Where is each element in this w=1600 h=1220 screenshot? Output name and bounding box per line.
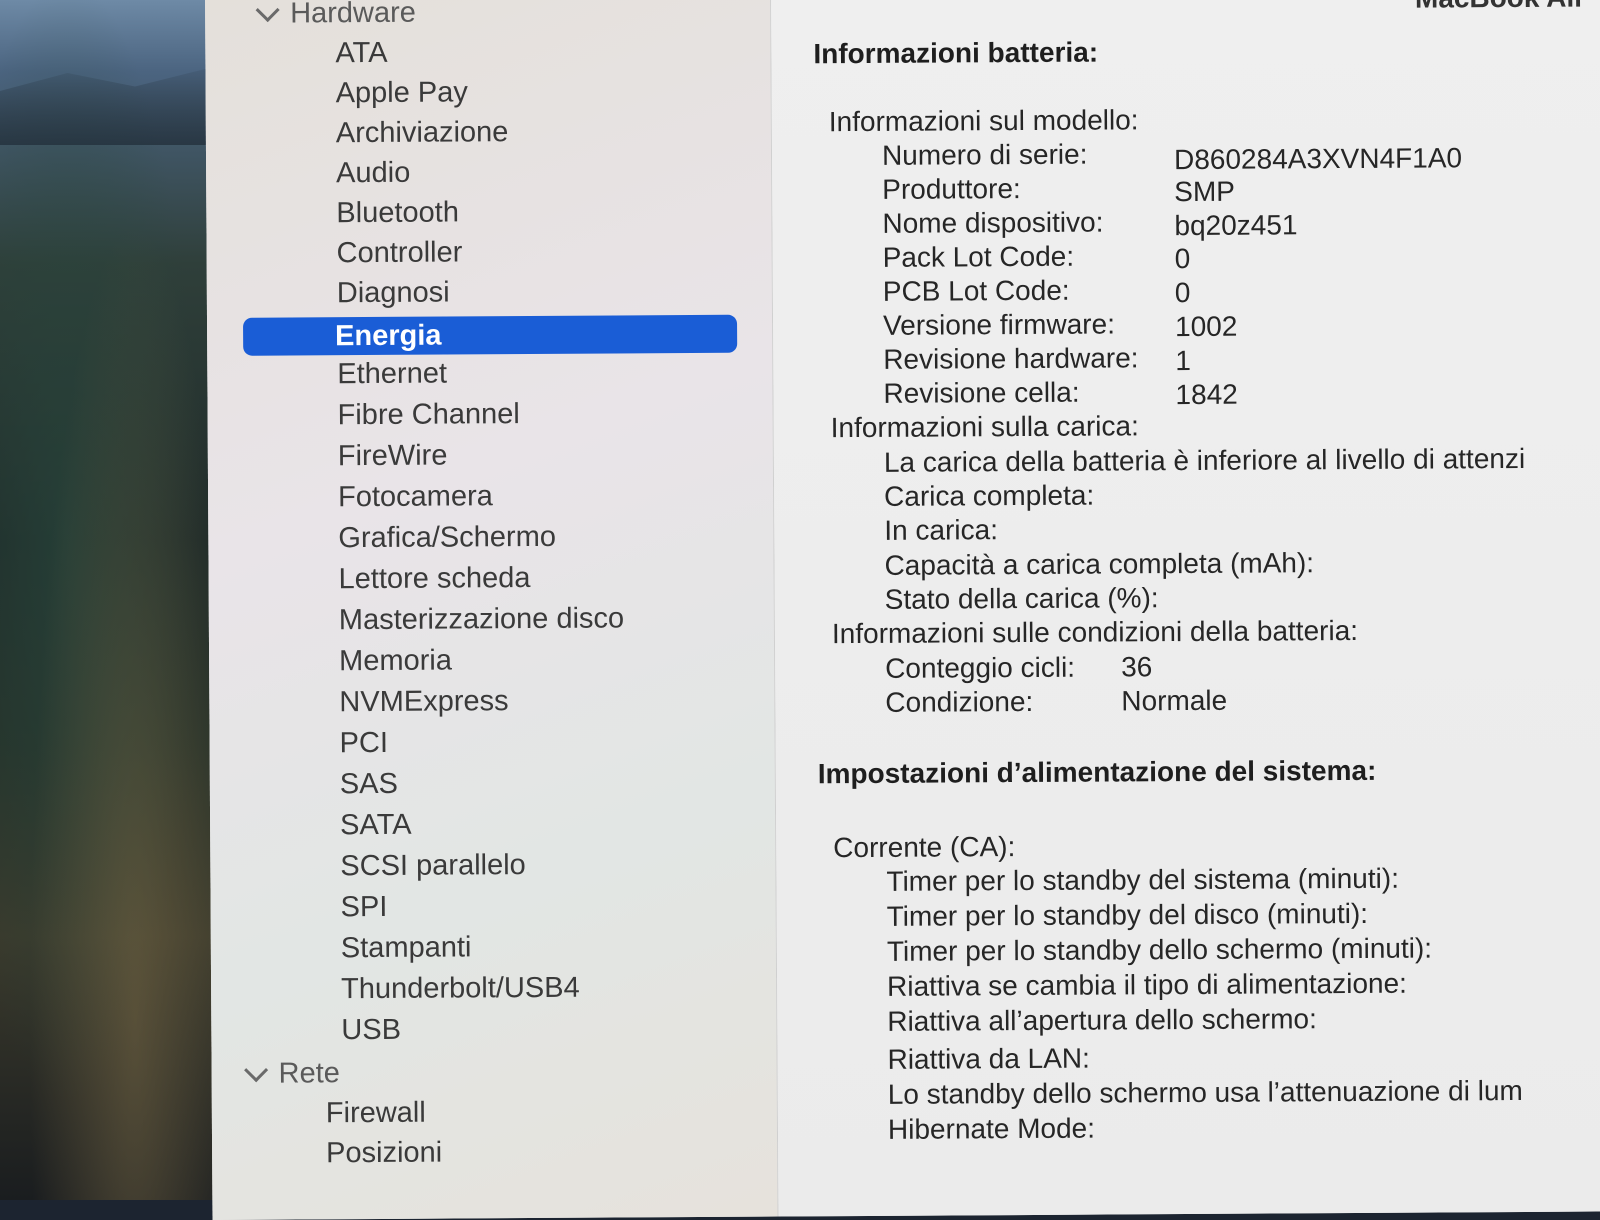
sidebar-item-stampanti[interactable]: Stampanti	[341, 931, 472, 965]
serial-value: D860284A3XVN4F1A0	[1173, 142, 1463, 176]
condition-label: Condizione:	[885, 685, 1034, 718]
serial-label: Numero di serie:	[881, 138, 1088, 171]
sidebar-item-fibre-channel[interactable]: Fibre Channel	[338, 398, 520, 432]
charge-info-group: Informazioni sulla carica:	[830, 410, 1139, 444]
sidebar-item-scsi-parallelo[interactable]: SCSI parallelo	[340, 849, 526, 883]
sidebar-item-firewall[interactable]: Firewall	[326, 1097, 426, 1131]
wake-power-change-label: Riattiva se cambia il tipo di alimentazi…	[887, 967, 1407, 1002]
mountain-ridge	[0, 64, 225, 145]
hardware-rev-label: Revisione hardware:	[883, 342, 1139, 375]
sidebar-item-masterizzazione-disco[interactable]: Masterizzazione disco	[339, 602, 624, 637]
sidebar-item-ata[interactable]: ATA	[335, 37, 387, 70]
charge-state-label: Stato della carica (%):	[884, 582, 1159, 615]
chevron-down-icon[interactable]	[244, 1058, 269, 1083]
pcb-lot-label: PCB Lot Code:	[882, 274, 1070, 307]
pcb-lot-value: 0	[1174, 276, 1191, 309]
window-title: MacBook Air	[1415, 0, 1585, 15]
category-label: Rete	[278, 1057, 340, 1090]
firmware-value: 1002	[1174, 310, 1238, 343]
sidebar-item-diagnosi[interactable]: Diagnosi	[337, 277, 450, 311]
condition-info-group: Informazioni sulle condizioni della batt…	[831, 614, 1359, 650]
full-charge-label: Carica completa:	[884, 479, 1095, 512]
wake-on-lan-label: Riattiva da LAN:	[887, 1042, 1090, 1075]
sidebar-item-usb[interactable]: USB	[341, 1014, 401, 1047]
maker-value: SMP	[1174, 175, 1236, 208]
sidebar-item-audio[interactable]: Audio	[336, 157, 410, 190]
sidebar-item-sas[interactable]: SAS	[340, 768, 398, 801]
sidebar-item-thunderbolt-usb4[interactable]: Thunderbolt/USB4	[341, 972, 580, 1006]
hibernate-mode-label: Hibernate Mode:	[887, 1112, 1096, 1145]
hardware-rev-value: 1	[1175, 344, 1191, 377]
sidebar-item-memoria[interactable]: Memoria	[339, 645, 452, 679]
pack-lot-value: 0	[1174, 242, 1191, 275]
cell-rev-label: Revisione cella:	[883, 376, 1080, 409]
sidebar-item-spi[interactable]: SPI	[341, 891, 388, 924]
cycle-count-value: 36	[1121, 651, 1153, 683]
sidebar: Hardware ATA Apple Pay Archiviazione Aud…	[205, 0, 779, 1220]
chevron-down-icon[interactable]	[255, 0, 280, 23]
sidebar-item-posizioni[interactable]: Posizioni	[326, 1137, 442, 1171]
full-capacity-label: Capacità a carica completa (mAh):	[884, 547, 1315, 581]
sidebar-item-grafica-schermo[interactable]: Grafica/Schermo	[338, 521, 556, 555]
battery-section-title: Informazioni batteria:	[813, 36, 1099, 70]
charge-warning: La carica della batteria è inferiore al …	[883, 442, 1526, 478]
sidebar-item-archiviazione[interactable]: Archiviazione	[336, 116, 509, 150]
device-name-value: bq20z451	[1174, 209, 1298, 242]
display-dim-label: Lo standby dello schermo usa l’attenuazi…	[887, 1074, 1523, 1110]
model-info-group: Informazioni sul modello:	[828, 104, 1139, 138]
cycle-count-label: Conteggio cicli:	[885, 651, 1076, 684]
sidebar-item-sata[interactable]: SATA	[340, 809, 412, 842]
category-label: Hardware	[290, 0, 416, 30]
sidebar-item-firewire[interactable]: FireWire	[338, 440, 448, 474]
device-name-label: Nome dispositivo:	[882, 206, 1104, 239]
disk-sleep-timer-label: Timer per lo standby del disco (minuti):	[886, 897, 1369, 932]
category-rete[interactable]: Rete	[244, 1057, 340, 1091]
detail-pane: MacBook Air Informazioni batteria: Infor…	[770, 0, 1600, 1217]
firmware-label: Versione firmware:	[882, 308, 1116, 341]
pack-lot-label: Pack Lot Code:	[882, 240, 1075, 273]
sidebar-item-apple-pay[interactable]: Apple Pay	[336, 76, 468, 110]
sidebar-item-lettore-scheda[interactable]: Lettore scheda	[339, 562, 531, 596]
sidebar-item-nvmexpress[interactable]: NVMExpress	[339, 685, 508, 719]
sidebar-item-ethernet[interactable]: Ethernet	[337, 358, 447, 392]
sidebar-item-controller[interactable]: Controller	[337, 236, 463, 270]
sidebar-item-pci[interactable]: PCI	[340, 727, 389, 760]
wake-lid-open-label: Riattiva all’apertura dello schermo:	[887, 1003, 1317, 1037]
ac-power-group: Corrente (CA):	[833, 831, 1016, 864]
sidebar-item-energia-selected[interactable]: Energia	[243, 314, 738, 356]
maker-label: Produttore:	[882, 173, 1021, 205]
power-section-title: Impostazioni d’alimentazione del sistema…	[817, 754, 1377, 790]
cell-rev-value: 1842	[1175, 378, 1238, 411]
category-hardware[interactable]: Hardware	[255, 0, 416, 31]
system-information-window: Hardware ATA Apple Pay Archiviazione Aud…	[205, 0, 1600, 1220]
system-sleep-timer-label: Timer per lo standby del sistema (minuti…	[886, 862, 1400, 897]
sidebar-item-bluetooth[interactable]: Bluetooth	[336, 196, 459, 230]
display-sleep-timer-label: Timer per lo standby dello schermo (minu…	[886, 932, 1433, 967]
charging-label: In carica:	[884, 514, 999, 546]
desktop-wallpaper	[0, 0, 225, 1200]
sidebar-item-fotocamera[interactable]: Fotocamera	[338, 480, 493, 514]
condition-value: Normale	[1121, 684, 1228, 717]
